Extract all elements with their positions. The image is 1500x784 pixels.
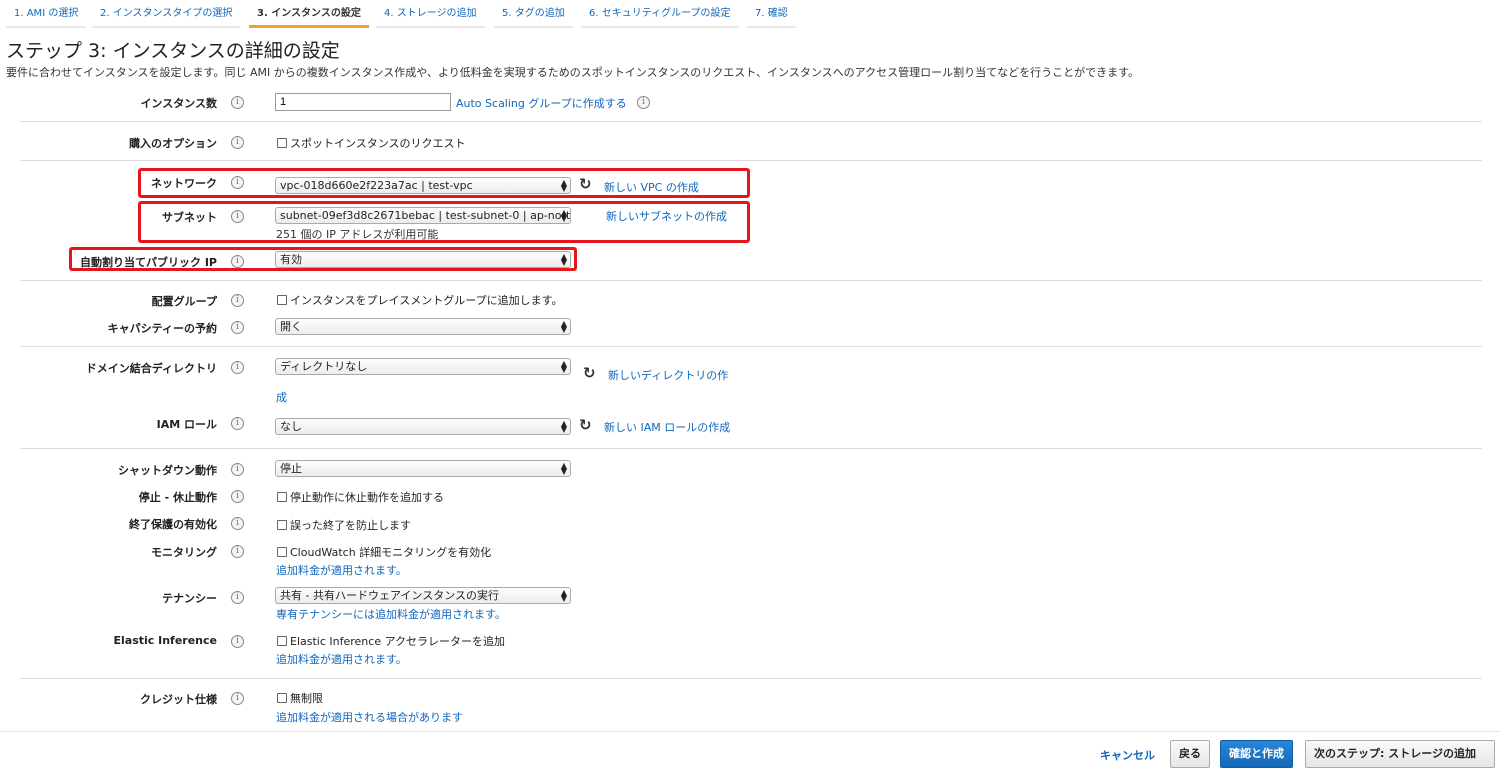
divider [20,121,1482,122]
refresh-icon[interactable]: ↻ [583,366,596,381]
elastic-inference-charge-link[interactable]: 追加料金が適用されます。 [276,651,407,667]
tenancy-charge-link[interactable]: 専有テナンシーには追加料金が適用されます。 [276,606,506,622]
info-icon[interactable]: i [231,545,244,558]
checkbox-box[interactable] [277,520,287,530]
highlight-box-public-ip [69,247,577,271]
checkbox-box[interactable] [277,138,287,148]
tab-security-group[interactable]: 6. セキュリティグループの設定 [581,0,739,28]
info-icon[interactable]: i [231,591,244,604]
tenancy-value: 共有 - 共有ハードウェアインスタンスの実行 [280,589,499,602]
capacity-value: 開く [280,320,302,333]
instance-count-input[interactable] [275,93,451,111]
iam-role-label: IAM ロール [156,418,217,431]
checkbox-box[interactable] [277,636,287,646]
unlimited-checkbox[interactable]: 無制限 [277,690,323,706]
elastic-inference-checkbox[interactable]: Elastic Inference アクセラレーターを追加 [277,633,505,649]
info-icon[interactable]: i [231,417,244,430]
info-icon[interactable]: i [231,490,244,503]
placement-group-label: 配置グループ [151,295,217,308]
elastic-inference-text: Elastic Inference アクセラレーターを追加 [290,635,506,648]
domain-directory-label: ドメイン結合ディレクトリ [85,362,217,375]
info-icon[interactable]: i [231,321,244,334]
select-arrow-icon: ▲ ▼ [560,359,567,374]
info-icon[interactable]: i [231,635,244,648]
divider [20,448,1482,449]
highlight-box-network [138,168,750,198]
monitoring-label: モニタリング [151,546,217,559]
divider [20,346,1482,347]
divider [20,160,1482,161]
capacity-reservation-label: キャパシティーの予約 [107,322,217,335]
page-description: 要件に合わせてインスタンスを設定します。同じ AMI からの複数インスタンス作成… [6,66,1139,79]
monitoring-text: CloudWatch 詳細モニタリングを有効化 [290,546,492,559]
create-iam-role-link[interactable]: 新しい IAM ロールの作成 [604,419,730,435]
info-icon[interactable]: i [231,294,244,307]
back-button[interactable]: 戻る [1170,740,1210,768]
shutdown-behavior-label: シャットダウン動作 [118,464,217,477]
review-and-launch-button[interactable]: 確認と作成 [1220,740,1293,768]
info-icon[interactable]: i [231,96,244,109]
domain-directory-select[interactable]: ディレクトリなし ▲ ▼ [275,358,571,375]
stop-hibernate-text: 停止動作に休止動作を追加する [290,491,444,504]
next-add-storage-button[interactable]: 次のステップ: ストレージの追加 [1305,740,1495,768]
instance-count-label: インスタンス数 [140,97,217,110]
monitoring-charge-link[interactable]: 追加料金が適用されます。 [276,562,407,578]
auto-scaling-link[interactable]: Auto Scaling グループに作成する [456,95,627,111]
iam-value: なし [280,420,302,433]
info-icon[interactable]: i [231,692,244,705]
page-title: ステップ 3: インスタンスの詳細の設定 [6,40,340,62]
elastic-inference-label: Elastic Inference [113,634,217,647]
termination-protection-checkbox[interactable]: 誤った終了を防止します [277,517,411,533]
info-icon[interactable]: i [637,96,650,109]
select-arrow-icon: ▲ ▼ [560,588,567,603]
stop-hibernate-label: 停止 - 休止動作 [138,491,217,504]
checkbox-box[interactable] [277,492,287,502]
divider [20,678,1482,679]
checkbox-box[interactable] [277,547,287,557]
tab-review[interactable]: 7. 確認 [747,0,796,28]
select-arrow-icon: ▲ ▼ [560,419,567,434]
spot-request-checkbox[interactable]: スポットインスタンスのリクエスト [277,135,466,151]
capacity-reservation-select[interactable]: 開く ▲ ▼ [275,318,571,335]
termination-protection-label: 終了保護の有効化 [129,518,217,531]
monitoring-checkbox[interactable]: CloudWatch 詳細モニタリングを有効化 [277,544,491,560]
credit-charge-link[interactable]: 追加料金が適用される場合があります [276,709,463,725]
checkbox-box[interactable] [277,295,287,305]
create-directory-link[interactable]: 新しいディレクトリの作 [608,367,728,383]
shutdown-behavior-select[interactable]: 停止 ▲ ▼ [275,460,571,477]
termination-protection-text: 誤った終了を防止します [290,519,411,532]
placement-group-checkbox[interactable]: インスタンスをプレイスメントグループに追加します。 [277,292,562,308]
tab-instance-type[interactable]: 2. インスタンスタイプの選択 [92,0,241,28]
footer-divider [0,731,1500,732]
info-icon[interactable]: i [231,136,244,149]
tab-storage[interactable]: 4. ストレージの追加 [376,0,485,28]
purchase-option-label: 購入のオプション [129,137,217,150]
cancel-link[interactable]: キャンセル [1100,747,1155,763]
domain-value: ディレクトリなし [280,360,368,373]
refresh-icon[interactable]: ↻ [579,418,592,433]
info-icon[interactable]: i [231,463,244,476]
spot-request-label: スポットインスタンスのリクエスト [290,137,466,150]
tenancy-select[interactable]: 共有 - 共有ハードウェアインスタンスの実行 ▲ ▼ [275,587,571,604]
shutdown-value: 停止 [280,462,302,475]
tenancy-label: テナンシー [162,592,217,605]
info-icon[interactable]: i [231,517,244,530]
select-arrow-icon: ▲ ▼ [560,461,567,476]
iam-role-select[interactable]: なし ▲ ▼ [275,418,571,435]
tab-configure-instance[interactable]: 3. インスタンスの設定 [249,0,369,28]
checkbox-box[interactable] [277,693,287,703]
highlight-box-subnet [138,201,750,243]
tab-ami[interactable]: 1. AMI の選択 [6,0,87,28]
stop-hibernate-checkbox[interactable]: 停止動作に休止動作を追加する [277,489,444,505]
placement-group-text: インスタンスをプレイスメントグループに追加します。 [290,294,563,307]
divider [20,280,1482,281]
credit-specification-label: クレジット仕様 [140,693,217,706]
tab-tags[interactable]: 5. タグの追加 [494,0,573,28]
create-directory-link-cont[interactable]: 成 [276,389,287,405]
unlimited-text: 無制限 [290,692,323,705]
select-arrow-icon: ▲ ▼ [560,319,567,334]
info-icon[interactable]: i [231,361,244,374]
